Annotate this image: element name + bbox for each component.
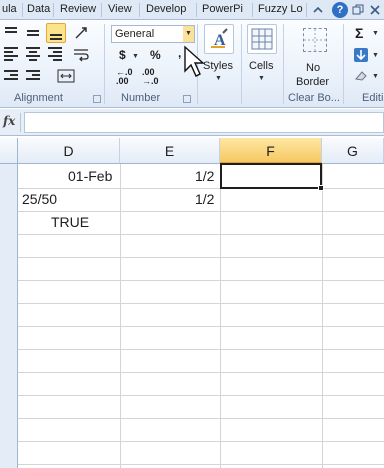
window-restore-icon[interactable] — [350, 2, 366, 18]
cell-d1[interactable]: 01-Feb — [68, 164, 112, 188]
tab-separator — [252, 3, 253, 17]
chevron-down-icon[interactable]: ▼ — [132, 53, 139, 60]
tab-data[interactable]: Data — [25, 0, 52, 20]
cells-label: Cells — [249, 60, 274, 72]
percent-button[interactable]: % — [150, 48, 161, 62]
chevron-down-icon: ▼ — [215, 75, 222, 82]
tab-review[interactable]: Review — [58, 0, 98, 20]
tab-developer[interactable]: Develop — [144, 0, 188, 20]
chevron-down-icon[interactable]: ▼ — [183, 26, 194, 42]
no-border-line2: Border — [296, 76, 330, 88]
middle-align-icon[interactable] — [24, 23, 44, 43]
select-all-corner[interactable] — [0, 138, 18, 164]
tab-separator — [101, 3, 102, 17]
number-format-select[interactable]: General ▼ — [111, 25, 195, 43]
autosum-button[interactable]: Σ — [355, 25, 363, 41]
group-separator — [104, 24, 105, 104]
decrease-indent-icon[interactable] — [2, 66, 22, 86]
cell-e2[interactable]: 1/2 — [195, 187, 214, 211]
align-left-icon[interactable] — [2, 44, 22, 64]
decrease-decimal-button[interactable]: .00 →.0 — [142, 68, 159, 86]
group-separator — [283, 24, 284, 104]
comma-button[interactable]: , — [178, 46, 181, 60]
no-border-line1: No — [306, 62, 321, 74]
column-header-f[interactable]: F — [220, 138, 322, 164]
clear-icon[interactable] — [354, 70, 368, 82]
tab-formulas[interactable]: ula — [0, 0, 20, 20]
align-right-icon[interactable] — [46, 44, 66, 64]
cell-d2[interactable]: 25/50 — [22, 187, 57, 211]
no-border-icon[interactable] — [303, 28, 327, 52]
group-separator — [241, 24, 242, 104]
close-icon[interactable] — [367, 2, 383, 18]
merge-center-icon[interactable] — [56, 66, 76, 86]
chevron-down-icon: ▼ — [258, 75, 265, 82]
mouse-pointer-icon — [184, 45, 205, 77]
fill-handle[interactable] — [318, 185, 324, 191]
column-header-e[interactable]: E — [120, 138, 220, 164]
row-headers[interactable] — [0, 164, 18, 468]
tab-view[interactable]: View — [106, 0, 134, 20]
help-icon[interactable]: ? — [332, 2, 348, 18]
currency-button[interactable]: $ — [119, 48, 126, 62]
tab-separator — [139, 3, 140, 17]
tab-separator — [22, 3, 23, 17]
dialog-launcher-icon[interactable] — [183, 95, 191, 103]
tab-separator — [306, 3, 307, 17]
selected-cell-f1[interactable] — [220, 163, 322, 189]
bottom-align-icon[interactable] — [46, 23, 66, 43]
cell-e1[interactable]: 1/2 — [195, 164, 214, 188]
ribbon: Alignment General ▼ $ ▼ % , ←.0 .00 .00 … — [0, 20, 384, 108]
number-group-label: Number — [121, 92, 161, 104]
tab-powerpivot[interactable]: PowerPi — [200, 0, 250, 20]
number-format-value: General — [115, 28, 155, 40]
tab-fuzzy-lookup[interactable]: Fuzzy Lo — [256, 0, 304, 20]
chevron-down-icon[interactable]: ▼ — [372, 30, 379, 37]
increase-decimal-button[interactable]: ←.0 .00 — [116, 68, 133, 86]
chevron-down-icon[interactable]: ▼ — [372, 73, 379, 80]
tab-separator — [196, 3, 197, 17]
orientation-icon[interactable] — [72, 23, 92, 43]
editing-group-label: Editi — [362, 92, 384, 104]
styles-icon[interactable]: A — [204, 24, 234, 54]
chevron-up-icon[interactable] — [310, 2, 326, 18]
wrap-text-icon[interactable] — [72, 44, 92, 64]
cell-d3[interactable]: TRUE — [51, 210, 89, 234]
clear-border-group-label: Clear Bo... — [288, 92, 340, 104]
formula-input[interactable] — [24, 112, 384, 133]
tab-separator — [53, 3, 54, 17]
styles-label: Styles — [203, 60, 233, 72]
ribbon-tab-bar: ula Data Review View Develop PowerPi Fuz… — [0, 0, 384, 20]
column-header-d[interactable]: D — [18, 138, 120, 164]
dialog-launcher-icon[interactable] — [93, 95, 101, 103]
alignment-group-label: Alignment — [14, 92, 63, 104]
align-center-icon[interactable] — [24, 44, 44, 64]
increase-indent-icon[interactable] — [24, 66, 44, 86]
column-header-g[interactable]: G — [322, 138, 384, 164]
formula-bar: fx — [0, 109, 384, 136]
formula-separator — [20, 113, 21, 132]
cells-icon[interactable] — [247, 24, 277, 54]
function-icon[interactable]: fx — [3, 114, 15, 128]
chevron-down-icon[interactable]: ▼ — [372, 52, 379, 59]
top-align-icon[interactable] — [2, 23, 22, 43]
group-separator — [343, 24, 344, 104]
fill-icon[interactable] — [354, 48, 368, 62]
